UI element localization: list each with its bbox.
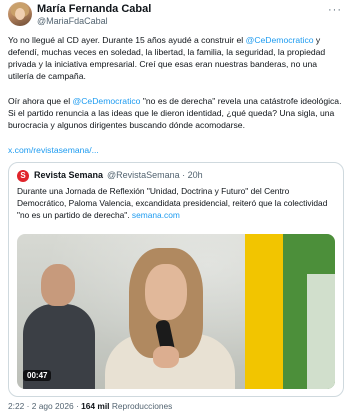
tweet-text-paragraph-2: Oír ahora que el @CeDemocratico "no es d… [8, 95, 344, 131]
flag-yellow-stripe [245, 234, 283, 389]
mention-link[interactable]: @CeDemocratico [73, 96, 141, 106]
tweet-footer: 2:22 · 2 ago 2026 · 164 mil Reproduccion… [8, 401, 172, 411]
avatar-face [15, 8, 25, 20]
flag-white-stripe [307, 274, 335, 389]
more-options-icon[interactable]: ··· [328, 4, 342, 16]
quoted-author-name[interactable]: Revista Semana [34, 170, 103, 180]
person-woman-face [145, 264, 187, 320]
mention-link[interactable]: @CeDemocratico [246, 35, 314, 45]
person-man-head [41, 264, 75, 306]
tweet-link[interactable]: x.com/revistasemana/... [8, 145, 99, 155]
video-duration-badge: 00:47 [23, 370, 52, 381]
quoted-tweet-text: Durante una Jornada de Reflexión "Unidad… [17, 185, 335, 221]
tweet: María Fernanda Cabal @MariaFdaCabal ··· … [0, 0, 350, 413]
author-name[interactable]: María Fernanda Cabal [37, 3, 151, 15]
tweet-header: María Fernanda Cabal @MariaFdaCabal ··· [8, 2, 344, 28]
text-segment: Yo no llegué al CD ayer. Durante 15 años… [8, 35, 246, 45]
tweet-text-paragraph-1: Yo no llegué al CD ayer. Durante 15 años… [8, 34, 344, 82]
person-woman-hand [153, 346, 179, 368]
view-count-label: Reproducciones [109, 401, 173, 411]
quoted-author-meta: @RevistaSemana · 20h [107, 170, 203, 180]
quoted-tweet-header: S Revista Semana @RevistaSemana · 20h [17, 170, 335, 184]
avatar[interactable] [8, 2, 32, 26]
quoted-text-link[interactable]: semana.com [132, 210, 180, 220]
video-player[interactable]: 00:47 [17, 234, 335, 389]
quoted-avatar[interactable]: S [17, 170, 29, 182]
author-handle[interactable]: @MariaFdaCabal [37, 16, 108, 26]
quoted-tweet-card[interactable]: S Revista Semana @RevistaSemana · 20h Du… [8, 162, 344, 397]
text-segment: Oír ahora que el [8, 96, 73, 106]
view-count: 164 mil [81, 401, 110, 411]
tweet-timestamp[interactable]: 2:22 · 2 ago 2026 · [8, 401, 81, 411]
